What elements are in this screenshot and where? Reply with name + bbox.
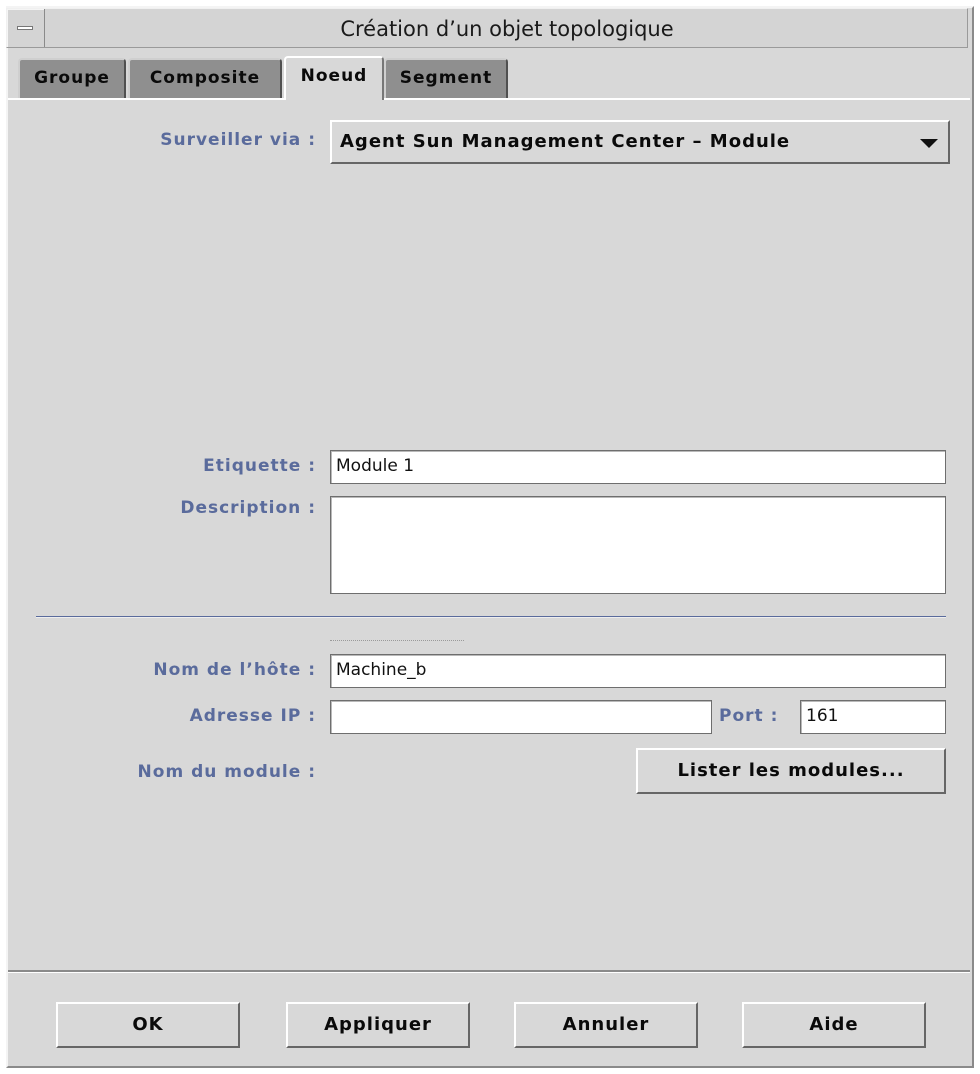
title-bar: Création d’un objet topologique	[6, 8, 968, 48]
label-input[interactable]: Module 1	[330, 450, 946, 484]
tab-strip-border	[8, 98, 970, 100]
window-menu-icon[interactable]	[7, 9, 45, 47]
description-textarea[interactable]	[330, 496, 946, 594]
module-name-label: Nom du module :	[137, 762, 316, 782]
button-bar-divider	[8, 970, 970, 973]
cancel-button[interactable]: Annuler	[514, 1002, 698, 1048]
ip-address-label: Adresse IP :	[189, 706, 316, 726]
section-divider	[36, 616, 946, 618]
monitor-via-value: Agent Sun Management Center – Module	[340, 131, 791, 152]
list-modules-button[interactable]: Lister les modules...	[636, 748, 946, 794]
description-label: Description :	[180, 498, 316, 518]
hostname-label: Nom de l’hôte :	[153, 660, 316, 680]
focus-indicator	[330, 640, 464, 642]
monitor-via-label: Surveiller via :	[160, 130, 316, 150]
help-button[interactable]: Aide	[742, 1002, 926, 1048]
ok-button[interactable]: OK	[56, 1002, 240, 1048]
tab-groupe[interactable]: Groupe	[18, 58, 126, 98]
tab-composite[interactable]: Composite	[128, 58, 282, 98]
tab-segment[interactable]: Segment	[384, 58, 508, 98]
apply-button[interactable]: Appliquer	[286, 1002, 470, 1048]
port-label: Port :	[719, 706, 779, 726]
port-input[interactable]: 161	[800, 700, 946, 734]
label-field-label: Etiquette :	[203, 456, 316, 476]
ip-address-input[interactable]	[330, 700, 712, 734]
monitor-via-select[interactable]: Agent Sun Management Center – Module	[330, 120, 950, 164]
tab-noeud[interactable]: Noeud	[284, 56, 384, 100]
chevron-down-icon	[920, 139, 938, 148]
window-title: Création d’un objet topologique	[340, 17, 674, 41]
hostname-input[interactable]: Machine_b	[330, 654, 946, 688]
